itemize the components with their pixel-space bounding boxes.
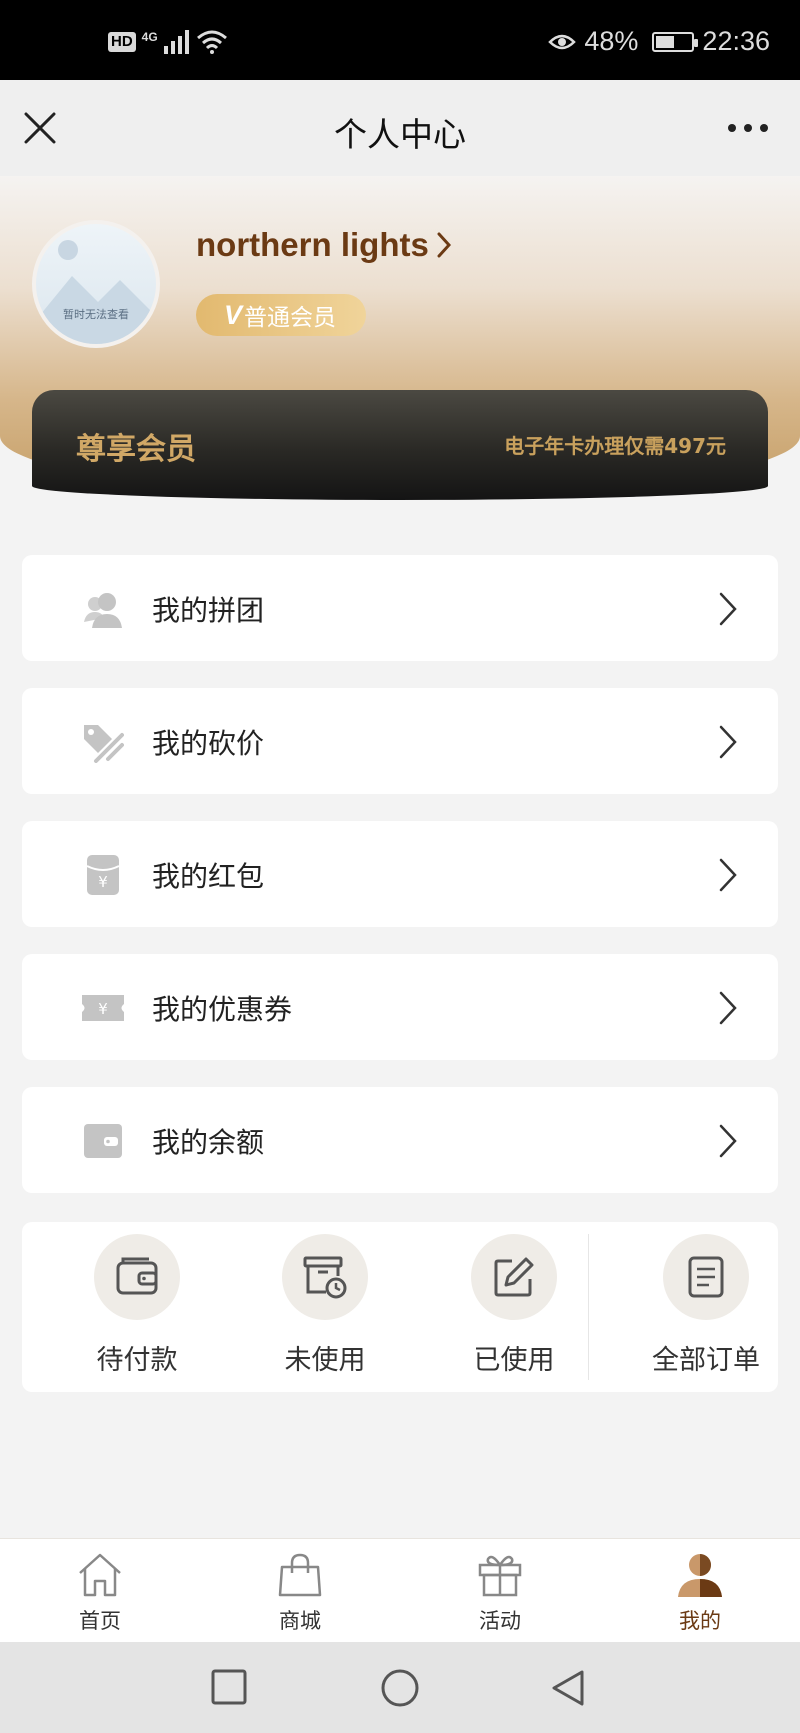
document-icon	[688, 1256, 724, 1298]
vip-description: 电子年卡办理仅需497元	[504, 434, 726, 458]
coupon-icon: ¥	[82, 995, 124, 1021]
menu-item-balance[interactable]: 我的余额	[22, 1087, 778, 1193]
orders-panel: 待付款 未使用 已使用 全部订单	[22, 1222, 778, 1392]
edit-icon	[494, 1257, 534, 1297]
menu-item-red-packet[interactable]: ¥ 我的红包	[22, 821, 778, 927]
clock: 22:36	[702, 26, 770, 56]
order-icon-circle	[471, 1234, 557, 1320]
order-used[interactable]: 已使用	[439, 1234, 589, 1384]
avatar[interactable]: 暂时无法查看	[32, 220, 160, 348]
menu-item-group-buy[interactable]: 我的拼团	[22, 555, 778, 661]
menu-item-bargain[interactable]: 我的砍价	[22, 688, 778, 794]
back-button-icon[interactable]	[550, 1668, 586, 1708]
image-placeholder-icon	[36, 240, 156, 344]
tab-label: 商城	[279, 1609, 321, 1633]
wallet-icon	[116, 1257, 158, 1295]
chevron-right-icon	[719, 725, 737, 759]
order-label: 全部订单	[652, 1345, 760, 1376]
tab-mall[interactable]: 商城	[240, 1547, 360, 1639]
order-pending-payment[interactable]: 待付款	[62, 1234, 212, 1384]
menu-item-label: 我的砍价	[152, 727, 265, 760]
menu-item-label: 我的拼团	[152, 594, 265, 627]
system-navigation-bar	[0, 1642, 800, 1733]
bottom-tab-bar: 首页 商城 活动 我的	[0, 1538, 800, 1642]
order-unused[interactable]: 未使用	[250, 1234, 400, 1384]
more-dot	[728, 124, 736, 132]
red-packet-icon: ¥	[86, 855, 120, 895]
status-right: 48% 22:36	[548, 26, 770, 57]
order-icon-circle	[663, 1234, 749, 1320]
more-dot	[760, 124, 768, 132]
shopping-bag-icon	[278, 1553, 322, 1597]
wifi-icon	[196, 30, 227, 54]
order-label: 待付款	[96, 1345, 178, 1376]
tab-mine[interactable]: 我的	[640, 1547, 760, 1639]
recent-apps-icon[interactable]	[210, 1668, 248, 1706]
menu-item-label: 我的优惠券	[152, 993, 293, 1026]
status-left: HD 4G	[108, 30, 228, 54]
chevron-right-icon	[719, 1124, 737, 1158]
more-icon[interactable]	[728, 116, 772, 140]
avatar-placeholder-text: 暂时无法查看	[63, 308, 129, 321]
order-all[interactable]: 全部订单	[631, 1234, 781, 1384]
order-label: 已使用	[473, 1345, 555, 1376]
menu-item-coupon[interactable]: ¥ 我的优惠券	[22, 954, 778, 1060]
member-v-icon: V	[224, 299, 243, 330]
username: northern lights	[196, 226, 429, 263]
nav-bar: 个人中心	[0, 80, 800, 176]
vip-card[interactable]: 尊享会员 电子年卡办理仅需497元	[32, 390, 768, 500]
menu-item-label: 我的余额	[152, 1126, 265, 1159]
orders-divider	[588, 1234, 589, 1380]
username-link[interactable]: northern lights	[196, 226, 451, 264]
network-type: 4G	[141, 30, 158, 44]
menu-item-label: 我的红包	[152, 860, 265, 893]
chevron-right-icon	[719, 858, 737, 892]
box-clock-icon	[303, 1256, 347, 1299]
tab-label: 首页	[79, 1609, 121, 1633]
member-level-label: 普通会员	[244, 305, 337, 331]
bargain-tag-icon	[84, 725, 124, 763]
home-button-icon[interactable]	[380, 1668, 420, 1708]
more-dot	[744, 124, 752, 132]
battery-fill	[656, 35, 674, 48]
eye-icon	[548, 34, 577, 49]
gift-icon	[478, 1555, 522, 1597]
page-title: 个人中心	[334, 115, 466, 154]
battery-icon	[652, 31, 699, 52]
group-user-icon	[84, 593, 122, 628]
svg-text:¥: ¥	[98, 1000, 108, 1018]
order-icon-circle	[94, 1234, 180, 1320]
status-bar: HD 4G 48% 22:36	[0, 0, 800, 80]
wallet-icon	[84, 1124, 122, 1158]
vip-title: 尊享会员	[76, 432, 196, 467]
signal-icon	[163, 30, 189, 54]
hd-badge: HD	[108, 32, 136, 52]
tab-home[interactable]: 首页	[40, 1547, 160, 1639]
chevron-right-icon	[719, 991, 737, 1025]
order-label: 未使用	[284, 1345, 366, 1376]
battery-percent: 48%	[584, 26, 639, 56]
tab-label: 活动	[479, 1609, 521, 1633]
member-level-badge: V 普通会员	[196, 294, 366, 336]
chevron-right-icon	[437, 232, 451, 258]
svg-text:¥: ¥	[98, 873, 108, 891]
tab-activity[interactable]: 活动	[440, 1547, 560, 1639]
user-icon	[678, 1554, 722, 1597]
home-icon	[79, 1553, 121, 1597]
chevron-right-icon	[719, 592, 737, 626]
order-icon-circle	[282, 1234, 368, 1320]
tab-label: 我的	[679, 1609, 721, 1633]
